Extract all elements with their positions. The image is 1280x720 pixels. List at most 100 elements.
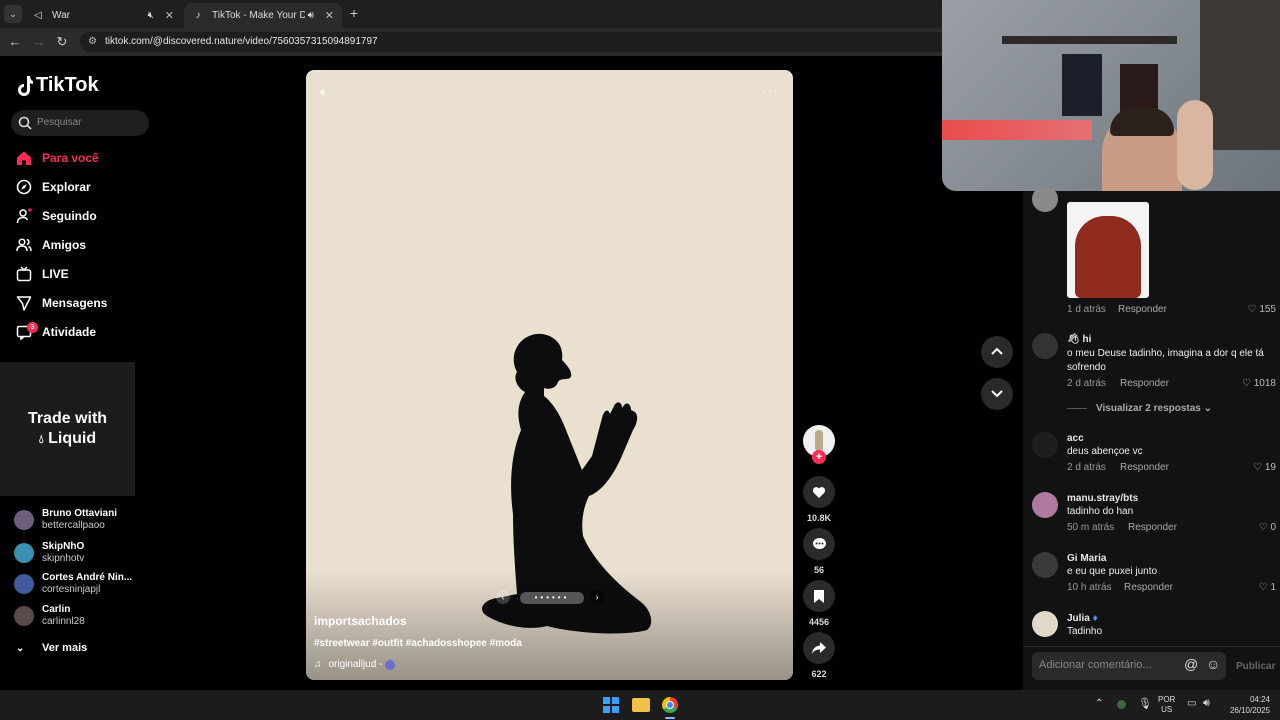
comment-image[interactable] — [1067, 202, 1149, 298]
microphone-icon[interactable]: 🎙︎ — [1138, 697, 1152, 710]
reply-button[interactable]: Responder — [1124, 582, 1173, 593]
video-player[interactable]: 🔈︎ ··· ‹ •••••• › importsachados #street… — [306, 70, 793, 680]
site-info-icon[interactable]: ⚙ — [88, 36, 97, 47]
comment-like[interactable]: ♡ 1018 — [1232, 378, 1276, 389]
comment-username[interactable]: acc — [1067, 433, 1084, 444]
video-hashtags[interactable]: #streetwear #outfit #achadosshopee #moda — [314, 638, 522, 649]
heart-icon[interactable] — [803, 476, 835, 508]
sound-name: originalljud - — [328, 659, 383, 670]
tab-tiktok[interactable]: ♪ TikTok - Make Your Day 🔊︎ ✕ — [184, 3, 342, 28]
reply-button[interactable]: Responder — [1128, 522, 1177, 533]
carousel-next-icon[interactable]: › — [590, 590, 604, 604]
messages-icon — [16, 296, 32, 311]
video-author[interactable]: importsachados — [314, 614, 407, 628]
following-item[interactable]: Bruno Ottaviani bettercallpaoo — [14, 508, 117, 532]
heart-outline-icon: ♡ — [1253, 462, 1263, 473]
tray-app-icon[interactable] — [1117, 700, 1126, 709]
comment-time: 2 d atrás — [1067, 378, 1106, 389]
nav-following[interactable]: Seguindo — [16, 204, 97, 228]
search-input[interactable]: Pesquisar — [37, 117, 81, 128]
comment-count: 56 — [813, 565, 824, 575]
nav-for-you[interactable]: Para você — [16, 146, 99, 170]
avatar[interactable] — [1032, 492, 1058, 518]
tray-overflow-icon[interactable]: ⌃ — [1095, 698, 1103, 709]
mute-icon[interactable]: 🔈︎ — [320, 84, 328, 100]
tiktok-logo[interactable]: TikTok — [15, 74, 99, 97]
nav-messages[interactable]: Mensagens — [16, 291, 107, 315]
file-explorer-icon[interactable] — [632, 698, 650, 712]
comment-input[interactable]: Adicionar comentário... @ ☺ — [1032, 652, 1226, 680]
bookmark-icon[interactable] — [803, 580, 835, 612]
like-action[interactable]: 10.8K — [803, 476, 835, 523]
close-tab-icon[interactable]: ✕ — [165, 9, 174, 22]
windows-start-icon[interactable] — [603, 697, 619, 713]
clock[interactable]: 04:24 26/10/2025 — [1222, 694, 1270, 716]
webcam-hand — [1177, 100, 1213, 190]
following-item[interactable]: SkipNhO skipnhotv — [14, 541, 84, 565]
search-box[interactable]: Pesquisar — [11, 110, 149, 136]
follow-plus-button[interactable]: + — [812, 450, 826, 464]
reply-button[interactable]: Responder — [1120, 462, 1169, 473]
forward-button[interactable]: → — [31, 34, 47, 50]
comment-username[interactable]: Gi Maria — [1067, 553, 1106, 564]
next-video-button[interactable] — [981, 378, 1013, 410]
reload-button[interactable]: ↻ — [54, 34, 70, 50]
nav-label: Atividade — [42, 325, 97, 339]
more-options-icon[interactable]: ··· — [762, 82, 779, 98]
audio-playing-icon[interactable]: 🔊︎ — [305, 10, 317, 22]
comment-like[interactable]: ♡ 0 — [1236, 522, 1276, 533]
comment-action[interactable]: 56 — [803, 528, 835, 575]
ad-banner[interactable]: Trade with 💧︎ Liquid — [0, 362, 135, 496]
share-action[interactable]: 622 — [803, 632, 835, 679]
chrome-icon[interactable] — [662, 697, 678, 713]
comment-like[interactable]: ♡ 19 — [1232, 462, 1276, 473]
avatar[interactable] — [1032, 611, 1058, 637]
nav-live[interactable]: LIVE — [16, 262, 69, 286]
avatar[interactable] — [1032, 552, 1058, 578]
friends-icon — [16, 238, 32, 252]
new-tab-button[interactable]: + — [346, 5, 362, 21]
comment-like[interactable]: ♡ 155 — [1236, 304, 1276, 315]
reply-button[interactable]: Responder — [1120, 378, 1169, 389]
see-more-button[interactable]: ⌄ Ver mais — [16, 636, 87, 660]
following-username: cortesninjapjl — [42, 584, 101, 595]
comment-like[interactable]: ♡ 1 — [1240, 582, 1276, 593]
comment-username[interactable]: manu.stray/bts — [1067, 493, 1138, 504]
comment-icon[interactable] — [803, 528, 835, 560]
like-count: 19 — [1264, 462, 1276, 473]
share-icon[interactable] — [803, 632, 835, 664]
close-tab-icon[interactable]: ✕ — [325, 9, 334, 22]
avatar[interactable] — [1032, 432, 1058, 458]
comment-user[interactable]: 👋︎ hi — [1067, 334, 1091, 345]
tab-list-button[interactable]: ⌄ — [4, 5, 22, 23]
back-button[interactable]: ← — [7, 34, 23, 50]
comment-user[interactable]: Julia ♦ — [1067, 613, 1098, 624]
avatar[interactable] — [1032, 186, 1058, 212]
save-action[interactable]: 4456 — [803, 580, 835, 627]
following-item[interactable]: Carlin carlinnl28 — [14, 604, 85, 628]
clock-date: 26/10/2025 — [1229, 706, 1270, 715]
tiktok-logo-icon — [18, 75, 33, 96]
carousel-prev-icon[interactable]: ‹ — [496, 590, 510, 604]
network-icon[interactable]: ▭ — [1187, 698, 1196, 709]
ad-line2: Liquid — [48, 430, 97, 447]
volume-icon[interactable]: 🔊︎ — [1203, 697, 1210, 710]
publish-button[interactable]: Publicar — [1236, 661, 1275, 672]
video-sound[interactable]: ♫ originalljud - — [314, 659, 396, 670]
nav-friends[interactable]: Amigos — [16, 233, 86, 257]
mention-icon[interactable]: @ — [1184, 656, 1198, 672]
like-count: 10.8K — [806, 513, 832, 523]
tab-war[interactable]: ◁ War 🔇︎ ✕ — [24, 3, 182, 28]
url-text[interactable]: tiktok.com/@discovered.nature/video/7560… — [105, 36, 378, 47]
following-item[interactable]: Cortes André Nin... cortesninjapjl — [14, 572, 132, 596]
nav-explore[interactable]: Explorar — [16, 175, 91, 199]
music-note-icon: ♫ — [314, 659, 322, 670]
view-replies-button[interactable]: Visualizar 2 respostas ⌄ — [1096, 403, 1212, 414]
avatar[interactable] — [1032, 333, 1058, 359]
muted-icon[interactable]: 🔇︎ — [145, 10, 157, 22]
comment-text: e eu que puxei junto — [1067, 566, 1158, 577]
language-indicator[interactable]: POR US — [1158, 695, 1175, 715]
emoji-icon[interactable]: ☺ — [1206, 656, 1220, 672]
reply-button[interactable]: Responder — [1118, 304, 1167, 315]
previous-video-button[interactable] — [981, 336, 1013, 368]
